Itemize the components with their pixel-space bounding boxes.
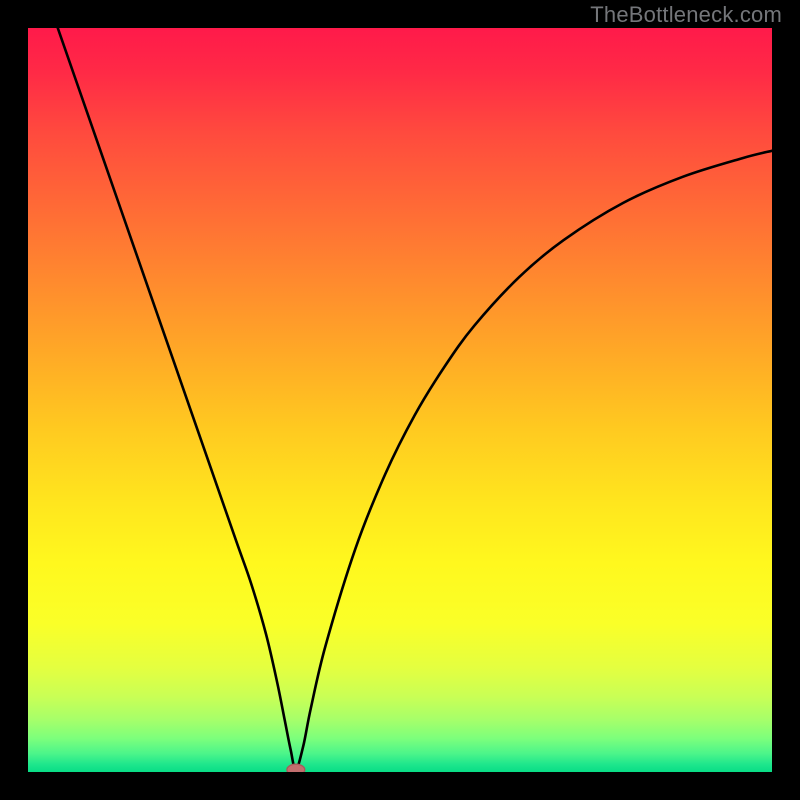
gradient-background <box>28 28 772 772</box>
plot-area <box>28 28 772 772</box>
minimum-marker <box>287 764 305 772</box>
chart-frame: TheBottleneck.com <box>0 0 800 800</box>
watermark-text: TheBottleneck.com <box>590 2 782 28</box>
chart-svg <box>28 28 772 772</box>
